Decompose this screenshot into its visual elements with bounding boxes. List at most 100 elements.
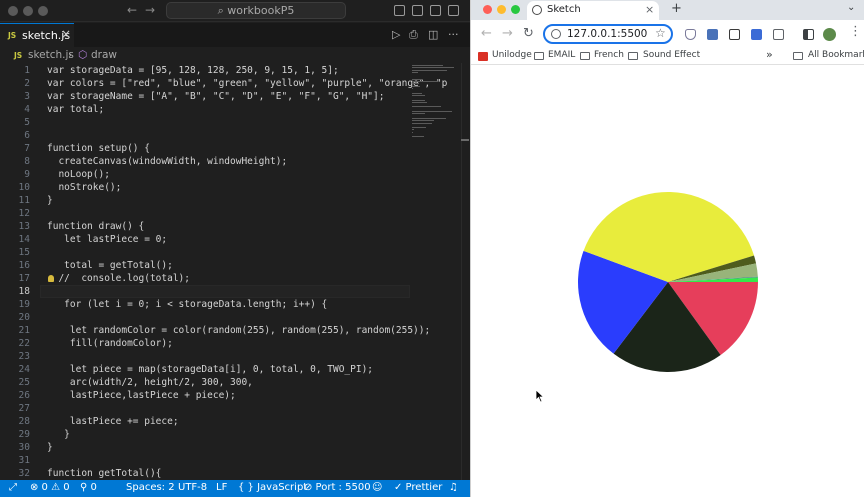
close-tab-icon[interactable]: × [61, 27, 71, 41]
reload-icon[interactable]: ↻ [523, 26, 534, 41]
side-panel-icon[interactable] [803, 29, 814, 40]
customize-layout-icon[interactable] [448, 5, 459, 16]
new-tab-button[interactable]: + [671, 1, 682, 16]
bookmark-sound-effect[interactable]: Sound Effect [643, 50, 700, 60]
breadcrumb-symbol[interactable]: draw [91, 49, 117, 61]
editor-scrollbar[interactable] [461, 63, 469, 480]
scrollbar-thumb[interactable] [461, 139, 469, 141]
bookmark-french[interactable]: French [594, 50, 624, 60]
code-line[interactable]: 25 arc(width/2, height/2, 300, 300, [0, 376, 470, 389]
minimap[interactable] [410, 63, 460, 143]
all-bookmarks[interactable]: All Bookmarks [808, 50, 864, 60]
forward-arrow-icon[interactable]: → [502, 26, 513, 41]
bookmark-star-icon[interactable]: ☆ [655, 26, 666, 40]
run-icon[interactable]: ▷ [392, 28, 400, 41]
line-number: 24 [18, 364, 30, 375]
code-line[interactable]: 18 [0, 285, 470, 298]
close-window-button[interactable] [483, 5, 492, 14]
capture-extension-icon[interactable] [729, 29, 740, 40]
shield-extension-icon[interactable] [685, 29, 696, 40]
code-line[interactable]: 23 [0, 350, 470, 363]
code-line[interactable]: 20 [0, 311, 470, 324]
live-server-port-status[interactable]: ⊘ Port : 5500 [304, 482, 371, 493]
code-line[interactable]: 13 function draw() { [0, 220, 470, 233]
code-line[interactable]: 17 // console.log(total); [0, 272, 470, 285]
address-bar[interactable]: 127.0.0.1:5500 ☆ [543, 24, 673, 44]
page-viewport[interactable] [471, 66, 864, 497]
code-line[interactable]: 5 [0, 116, 470, 129]
tab-sketch-js[interactable]: JS sketch.js × [0, 23, 74, 47]
language-mode-status[interactable]: { } JavaScript [238, 482, 307, 493]
line-number: 1 [24, 65, 30, 76]
url-text: 127.0.0.1:5500 [567, 28, 648, 40]
minimize-window-button[interactable] [497, 5, 506, 14]
prettier-status[interactable]: ✓ Prettier [394, 482, 442, 493]
code-line[interactable]: 29 } [0, 428, 470, 441]
code-line[interactable]: 4 var total; [0, 103, 470, 116]
toggle-panel-icon[interactable] [412, 5, 423, 16]
grid-extension-icon[interactable] [751, 29, 762, 40]
code-line[interactable]: 19 for (let i = 0; i < storageData.lengt… [0, 298, 470, 311]
code-line[interactable]: 28 lastPiece += piece; [0, 415, 470, 428]
code-line[interactable]: 9 noLoop(); [0, 168, 470, 181]
bookmark-email[interactable]: EMAIL [548, 50, 575, 60]
minimap-line [412, 81, 437, 83]
code-line[interactable]: 31 [0, 454, 470, 467]
code-line[interactable]: 16 total = getTotal(); [0, 259, 470, 272]
code-line[interactable]: 21 let randomColor = color(random(255), … [0, 324, 470, 337]
translate-extension-icon[interactable] [707, 29, 718, 40]
pie-chart-canvas[interactable] [471, 66, 864, 497]
code-line[interactable]: 14 let lastPiece = 0; [0, 233, 470, 246]
command-center-search[interactable]: ⌕ workbookP5 [166, 2, 346, 19]
back-arrow-icon[interactable]: ← [481, 26, 492, 41]
split-editor-icon[interactable]: ◫ [428, 28, 438, 41]
profile-avatar[interactable] [823, 28, 836, 41]
code-line[interactable]: 8 createCanvas(windowWidth, windowHeight… [0, 155, 470, 168]
back-arrow-icon[interactable]: ← [127, 3, 137, 17]
code-line[interactable]: 24 let piece = map(storageData[i], 0, to… [0, 363, 470, 376]
code-line[interactable]: 1 var storageData = [95, 128, 128, 250, 9… [0, 64, 470, 77]
tab-search-chevron-icon[interactable]: ⌄ [847, 2, 855, 13]
chrome-menu-icon[interactable]: ⋮ [849, 24, 862, 39]
remote-indicator[interactable]: ⤢ [9, 482, 17, 493]
code-line[interactable]: 10 noStroke(); [0, 181, 470, 194]
lightbulb-icon[interactable] [48, 275, 54, 282]
close-tab-icon[interactable]: × [645, 3, 654, 16]
toggle-sidebar-icon[interactable] [394, 5, 405, 16]
site-info-icon[interactable] [551, 29, 561, 39]
forward-arrow-icon[interactable]: → [145, 3, 155, 17]
minimize-window-button[interactable] [23, 6, 33, 16]
code-line[interactable]: 3 var storageName = ["A", "B", "C", "D", … [0, 90, 470, 103]
bookmark-unilodge[interactable]: Unilodge [492, 50, 532, 60]
zoom-window-button[interactable] [38, 6, 48, 16]
encoding-status[interactable]: UTF-8 [178, 482, 207, 493]
print-icon[interactable]: ⎙ [409, 28, 418, 42]
code-line[interactable]: 30} [0, 441, 470, 454]
code-line[interactable]: 7 function setup() { [0, 142, 470, 155]
code-line[interactable]: 11} [0, 194, 470, 207]
code-line[interactable]: 32 function getTotal(){ [0, 467, 470, 480]
code-line[interactable]: 26 lastPiece,lastPiece + piece); [0, 389, 470, 402]
browser-tab-sketch[interactable]: Sketch × [527, 1, 659, 20]
code-line[interactable]: 22 fill(randomColor); [0, 337, 470, 350]
problems-status[interactable]: ⊗ 0 ⚠ 0 [30, 482, 70, 493]
code-line[interactable]: 15 [0, 246, 470, 259]
code-line[interactable]: 6 [0, 129, 470, 142]
indentation-status[interactable]: Spaces: 2 [126, 482, 175, 493]
close-window-button[interactable] [8, 6, 18, 16]
more-actions-icon[interactable]: ··· [448, 28, 459, 41]
extensions-puzzle-icon[interactable] [773, 29, 784, 40]
eol-status[interactable]: LF [216, 482, 227, 493]
copilot-icon[interactable]: ☺ [372, 482, 382, 493]
code-line[interactable]: 2 var colors = ["red", "blue", "green", "… [0, 77, 470, 90]
ports-status[interactable]: ⚲ 0 [80, 482, 97, 493]
toggle-secondary-sidebar-icon[interactable] [430, 5, 441, 16]
zoom-window-button[interactable] [511, 5, 520, 14]
more-bookmarks-chevron[interactable]: » [766, 48, 773, 61]
line-number: 11 [18, 195, 30, 206]
code-editor[interactable]: 1 var storageData = [95, 128, 128, 250, 9… [0, 63, 470, 480]
line-number: 31 [18, 455, 30, 466]
code-line[interactable]: 12 [0, 207, 470, 220]
notifications-bell-icon[interactable]: ♫ [449, 482, 458, 493]
code-line[interactable]: 27 [0, 402, 470, 415]
